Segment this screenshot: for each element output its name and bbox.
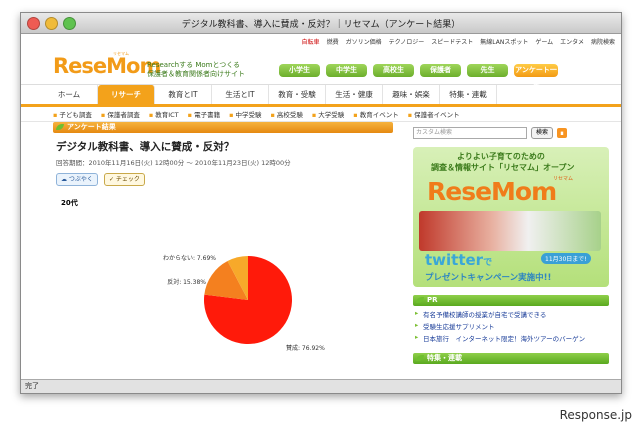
site-logo[interactable]: ReseMom [53,54,161,78]
banner-twitter-suffix: で [483,258,493,268]
banner-twitter: twitterで [425,251,492,269]
pie-data-label: 反対: 15.38% [167,278,206,286]
section-header-label: アンケート結果 [67,123,116,131]
pr-link[interactable]: 日本旅行 インターネット限定！海外ツアーのバーゲン [415,333,609,343]
banner-deadline-badge: 11月30日まで! [541,253,591,264]
age-group-label: 20代 [61,199,78,207]
category-parent-button[interactable]: 保護者 [420,64,461,77]
sub-nav: 子ども調査 保護者調査 教育ICT 電子書籍 中学受験 高校受験 大学受験 教育… [21,107,621,122]
topnav-item[interactable]: 無線LANスポット [480,37,528,46]
topnav-item[interactable]: エンタメ [560,37,584,46]
category-teacher-button[interactable]: 先生 [467,64,508,77]
banner-logo: ReseMom [427,177,557,206]
tweet-button[interactable]: ☁ つぶやく [56,173,98,186]
page-content: 自転車 燃費 ガソリン価格 テクノロジー スピードテスト 無線LANスポット ゲ… [21,34,621,379]
nav-research[interactable]: リサーチ [98,85,155,104]
brand-header: ReseMom リセマム Researchする Momとつくる 保護者＆教育関係… [21,48,621,87]
banner-line1: よりよい子育てのための [457,152,545,161]
poll-pie-chart: 賛成: 76.92% 反対: 15.38% わからない: 7.69% [163,255,325,352]
share-buttons: ☁ つぶやく ✓ チェック [56,173,393,186]
search-input[interactable]: カスタム検索 [413,127,527,139]
category-high-school-button[interactable]: 高校生 [373,64,414,77]
category-junior-high-button[interactable]: 中学生 [326,64,367,77]
pr-section-header: PR [413,295,609,306]
subnav-item[interactable]: 保護者調査 [101,109,140,119]
pie-data-label: 賛成: 76.92% [286,344,325,352]
subnav-item[interactable]: 保護者イベント [408,109,460,119]
pr-list: 有名予備校講師の授業が自宅で受講できる 受験生応援サプリメント 日本旅行 インタ… [413,309,609,343]
top-nav: 自転車 燃費 ガソリン価格 テクノロジー スピードテスト 無線LANスポット ゲ… [21,34,621,48]
subnav-item[interactable]: 電子書籍 [188,109,220,119]
pr-link[interactable]: 受験生応援サプリメント [415,321,609,331]
subnav-item[interactable]: 子ども調査 [53,109,92,119]
leaf-icon [416,297,424,303]
features-header-label: 特集・連載 [427,354,462,362]
check-icon: ✓ [108,176,114,183]
leaf-icon [56,124,64,130]
pr-link[interactable]: 有名予備校講師の授業が自宅で受講できる [415,309,609,319]
tagline-line2: 保護者＆教育関係者向けサイト [147,70,245,78]
banner-ruby: リセマム [553,176,574,182]
title-bar: デジタル教科書、導入に賛成・反対？｜リセマム（アンケート結果） [21,13,621,34]
browser-window: デジタル教科書、導入に賛成・反対？｜リセマム（アンケート結果） 自転車 燃費 ガ… [20,12,622,394]
twitter-bird-icon: ☁ [61,176,67,183]
check-label: チェック [115,176,140,183]
topnav-item[interactable]: 自転車 [302,37,320,46]
subnav-item[interactable]: 高校受験 [270,109,303,119]
pr-header-label: PR [427,296,438,304]
topnav-item[interactable]: 病院検索 [591,37,615,46]
topnav-item[interactable]: ガソリン価格 [346,37,382,46]
main-nav: ホーム リサーチ 教育とIT 生活とIT 教育・受験 生活・健康 趣味・娯楽 特… [21,84,621,107]
subnav-item[interactable]: 大学受験 [312,109,344,119]
logo-ruby: リセマム [113,51,129,56]
mixi-check-button[interactable]: ✓ チェック [103,173,145,186]
banner-photo [419,211,601,251]
search-row: カスタム検索 検索 ∎ [413,127,609,139]
survey-section-header: アンケート結果 [53,122,393,133]
topnav-item[interactable]: ゲーム [535,37,553,46]
source-watermark: Response.jp [559,408,632,422]
campaign-banner[interactable]: よりよい子育てのための 調査＆情報サイト「リセマム」オープン ReseMom リ… [413,147,609,287]
nav-education-exam[interactable]: 教育・受験 [269,85,326,104]
tweet-label: つぶやく [68,176,93,183]
nav-education-it[interactable]: 教育とIT [155,85,212,104]
poll-title: デジタル教科書、導入に賛成・反対？ [56,141,235,153]
nav-features[interactable]: 特集・連載 [440,85,497,104]
tagline-line1: Researchする Momとつくる [147,61,241,69]
nav-life-health[interactable]: 生活・健康 [326,85,383,104]
main-column: アンケート結果 デジタル教科書、導入に賛成・反対？ 回答期間：2010年11月1… [53,122,393,352]
topnav-item[interactable]: 燃費 [327,37,339,46]
features-section-header: 特集・連載 [413,353,609,364]
survey-list-button[interactable]: アンケート一覧 [514,64,558,87]
site-tagline: Researchする Momとつくる 保護者＆教育関係者向けサイト [147,61,245,79]
window-title: デジタル教科書、導入に賛成・反対？｜リセマム（アンケート結果） [181,20,461,30]
subnav-item[interactable]: 教育ICT [149,109,178,119]
status-bar: 完了 [21,379,621,393]
topnav-item[interactable]: テクノロジー [389,37,425,46]
banner-line2: 調査＆情報サイト「リセマム」オープン [431,163,575,172]
pie-data-label: わからない: 7.69% [163,255,216,262]
banner-campaign: プレゼントキャンペーン実施中!! [425,273,552,283]
subnav-item[interactable]: 中学受験 [229,109,261,119]
poll-period: 回答期間：2010年11月16日(火) 12時00分 〜 2010年11月23日… [56,159,291,167]
category-elementary-button[interactable]: 小学生 [279,64,320,77]
nav-hobby[interactable]: 趣味・娯楽 [383,85,440,104]
sidebar: カスタム検索 検索 ∎ よりよい子育てのための 調査＆情報サイト「リセマム」オー… [413,127,609,364]
banner-twitter-word: twitter [425,251,484,269]
rss-icon[interactable]: ∎ [557,128,568,138]
category-buttons: 小学生 中学生 高校生 保護者 先生 アンケート一覧 [279,64,558,87]
search-button[interactable]: 検索 [531,127,554,139]
nav-home[interactable]: ホーム [41,85,98,104]
subnav-item[interactable]: 教育イベント [353,109,399,119]
nav-life-it[interactable]: 生活とIT [212,85,269,104]
topnav-item[interactable]: スピードテスト [431,37,473,46]
leaf-icon [416,355,424,361]
